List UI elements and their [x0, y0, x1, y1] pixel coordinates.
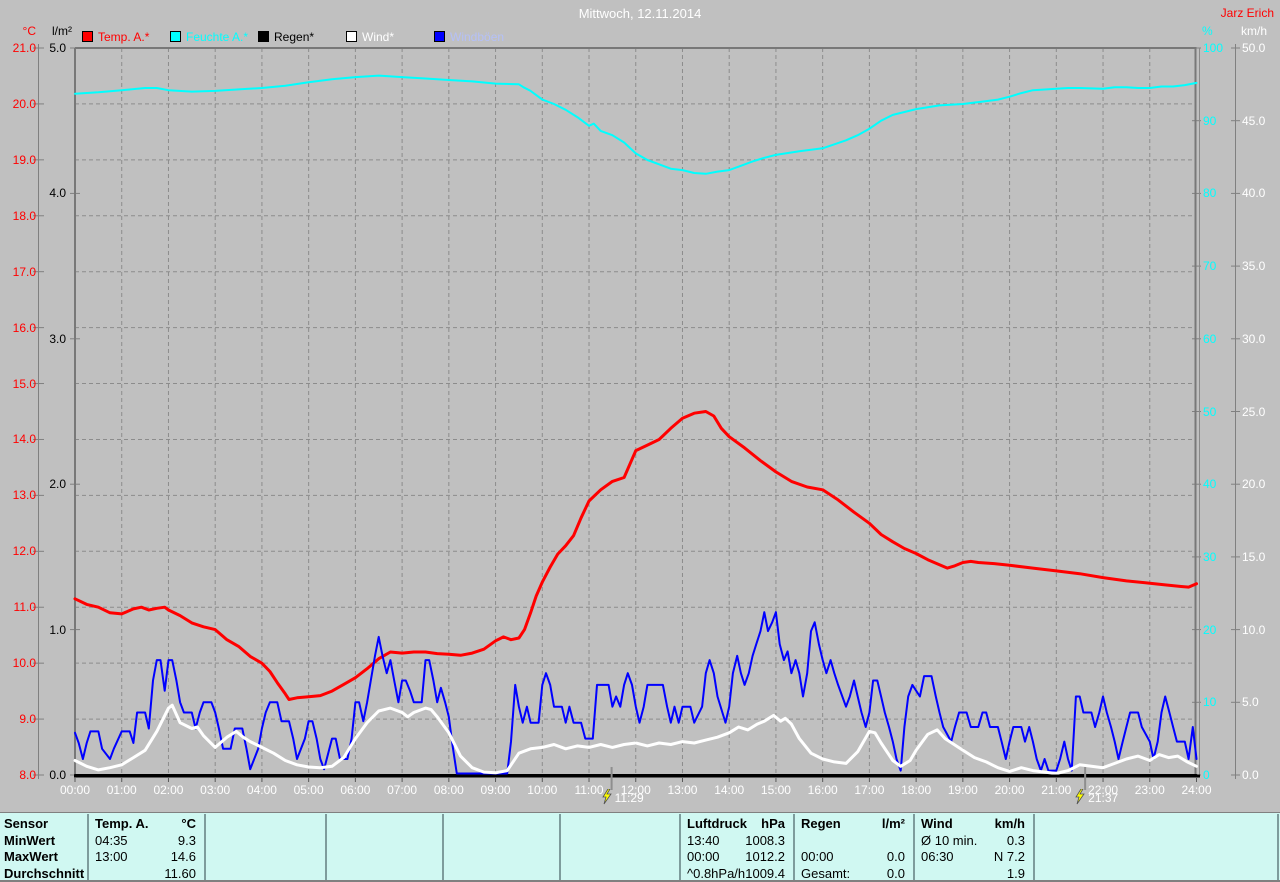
- wind-tick-label: 15.0: [1242, 550, 1265, 564]
- time-tick-label: 21:00: [1036, 783, 1076, 797]
- table-cell-value: 1009.4: [687, 865, 785, 882]
- rain-tick-label: 4.0: [0, 186, 66, 200]
- table-column-separator: [87, 814, 89, 880]
- table-column-separator: [913, 814, 915, 880]
- time-tick-label: 08:00: [429, 783, 469, 797]
- weather-chart-page: { "header": { "title": "Mittwoch, 12.11.…: [0, 0, 1280, 881]
- wind-tick-label: 30.0: [1242, 332, 1265, 346]
- time-tick-label: 14:00: [709, 783, 749, 797]
- rain-tick-label: 2.0: [0, 477, 66, 491]
- weather-marker-icon: [1074, 789, 1086, 805]
- wind-tick-label: 45.0: [1242, 114, 1265, 128]
- humidity-tick-label: 70: [1203, 259, 1216, 273]
- table-cell-value: 1008.3: [687, 832, 785, 849]
- table-row-label: Sensor: [4, 815, 84, 832]
- table-column-separator: [325, 814, 327, 880]
- wind-tick-label: 10.0: [1242, 623, 1265, 637]
- table-cell-value: l/m²: [801, 815, 905, 832]
- rain-tick-label: 1.0: [0, 623, 66, 637]
- temp-tick-label: 18.0: [0, 209, 36, 223]
- temp-tick-label: 12.0: [0, 544, 36, 558]
- rain-tick-label: 5.0: [0, 41, 66, 55]
- table-cell-value: 0.0: [801, 865, 905, 882]
- table-column-separator: [1033, 814, 1035, 880]
- humidity-tick-label: 20: [1203, 623, 1216, 637]
- humidity-tick-label: 30: [1203, 550, 1216, 564]
- table-cell-value: km/h: [921, 815, 1025, 832]
- time-tick-label: 17:00: [849, 783, 889, 797]
- table-right-border: [1277, 814, 1279, 880]
- rain-tick-label: 0.0: [0, 768, 66, 782]
- humidity-tick-label: 80: [1203, 186, 1216, 200]
- temp-tick-label: 11.0: [0, 600, 36, 614]
- table-cell-value: 1012.2: [687, 848, 785, 865]
- temp-tick-label: 14.0: [0, 432, 36, 446]
- time-tick-label: 19:00: [943, 783, 983, 797]
- temp-tick-label: 9.0: [0, 712, 36, 726]
- table-column-separator: [442, 814, 444, 880]
- humidity-tick-label: 0: [1203, 768, 1210, 782]
- time-tick-label: 23:00: [1130, 783, 1170, 797]
- table-row-label: Durchschnitt: [4, 865, 84, 882]
- temp-tick-label: 15.0: [0, 377, 36, 391]
- humidity-tick-label: 50: [1203, 405, 1216, 419]
- table-cell-value: 1.9: [921, 865, 1025, 882]
- humidity-tick-label: 90: [1203, 114, 1216, 128]
- humidity-tick-label: 100: [1203, 41, 1223, 55]
- temp-tick-label: 20.0: [0, 97, 36, 111]
- time-tick-label: 01:00: [102, 783, 142, 797]
- statistics-table: SensorMinWertMaxWertDurchschnittTemp. A.…: [0, 812, 1280, 881]
- rain-tick-label: 3.0: [0, 332, 66, 346]
- time-tick-label: 07:00: [382, 783, 422, 797]
- time-tick-label: 05:00: [289, 783, 329, 797]
- table-cell-value: °C: [95, 815, 196, 832]
- wind-tick-label: 0.0: [1242, 768, 1259, 782]
- time-tick-label: 16:00: [803, 783, 843, 797]
- table-cell-value: N 7.2: [921, 848, 1025, 865]
- time-tick-label: 24:00: [1177, 783, 1217, 797]
- wind-tick-label: 5.0: [1242, 695, 1259, 709]
- wind-tick-label: 40.0: [1242, 186, 1265, 200]
- temp-tick-label: 10.0: [0, 656, 36, 670]
- wind-tick-label: 20.0: [1242, 477, 1265, 491]
- wind-tick-label: 50.0: [1242, 41, 1265, 55]
- table-column-separator: [679, 814, 681, 880]
- table-cell-value: 0.0: [801, 848, 905, 865]
- table-row-label: MinWert: [4, 832, 84, 849]
- time-tick-label: 09:00: [476, 783, 516, 797]
- chart-plot: [0, 0, 1280, 812]
- time-tick-label: 04:00: [242, 783, 282, 797]
- table-row-label: MaxWert: [4, 848, 84, 865]
- marker-time-label: 21:37: [1088, 791, 1118, 805]
- time-tick-label: 15:00: [756, 783, 796, 797]
- time-tick-label: 06:00: [335, 783, 375, 797]
- table-cell-value: 14.6: [95, 848, 196, 865]
- time-tick-label: 03:00: [195, 783, 235, 797]
- wind-tick-label: 35.0: [1242, 259, 1265, 273]
- time-tick-label: 10:00: [522, 783, 562, 797]
- time-tick-label: 20:00: [990, 783, 1030, 797]
- table-cell-value: hPa: [687, 815, 785, 832]
- table-column-separator: [793, 814, 795, 880]
- time-tick-label: 13:00: [662, 783, 702, 797]
- wind-tick-label: 25.0: [1242, 405, 1265, 419]
- table-column-separator: [204, 814, 206, 880]
- table-cell-value: 0.3: [921, 832, 1025, 849]
- humidity-tick-label: 60: [1203, 332, 1216, 346]
- table-column-separator: [559, 814, 561, 880]
- temp-tick-label: 19.0: [0, 153, 36, 167]
- weather-marker-icon: [601, 789, 613, 805]
- table-cell-value: 9.3: [95, 832, 196, 849]
- table-cell-value: 11.60: [95, 865, 196, 882]
- humidity-tick-label: 40: [1203, 477, 1216, 491]
- marker-time-label: 11:29: [615, 791, 644, 805]
- time-tick-label: 02:00: [148, 783, 188, 797]
- humidity-tick-label: 10: [1203, 695, 1216, 709]
- temp-tick-label: 17.0: [0, 265, 36, 279]
- time-tick-label: 00:00: [55, 783, 95, 797]
- time-tick-label: 18:00: [896, 783, 936, 797]
